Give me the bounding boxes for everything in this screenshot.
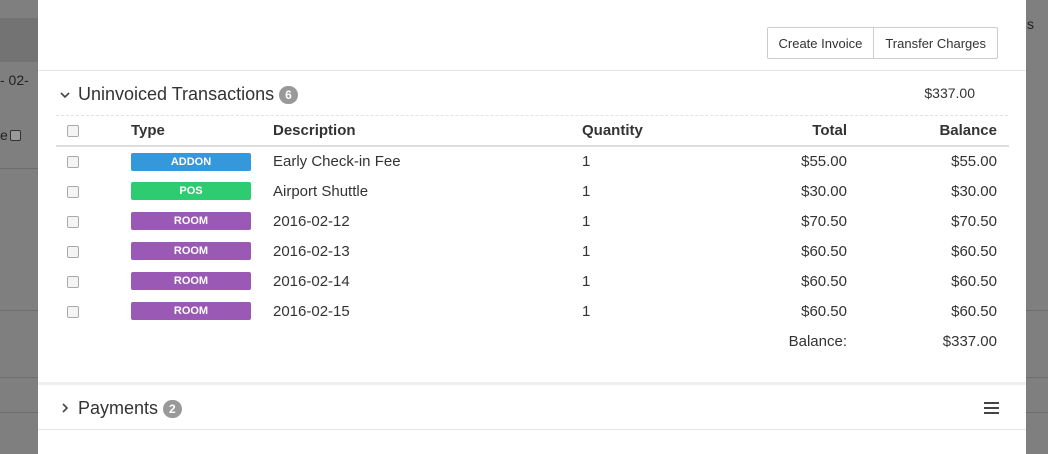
balance-cell: $55.00: [951, 153, 997, 170]
type-badge: ROOM: [131, 272, 251, 291]
table-row: ADDON Early Check-in Fee 1 $55.00 $55.00: [56, 146, 1009, 176]
divider: [38, 429, 1026, 430]
row-checkbox[interactable]: [67, 185, 79, 198]
total-cell: $70.50: [801, 212, 847, 230]
background-right-strip: s: [1026, 0, 1048, 454]
balance-label: Balance:: [788, 332, 847, 350]
quantity-cell: 1: [582, 272, 591, 290]
background-header-band: [0, 18, 38, 62]
section-title: Uninvoiced Transactions: [78, 84, 275, 104]
row-select-cell: [56, 176, 131, 206]
column-header-type[interactable]: Type: [131, 116, 273, 147]
hamburger-menu-icon[interactable]: [984, 402, 999, 414]
count-badge: 6: [279, 85, 298, 104]
uninvoiced-section-header[interactable]: Uninvoiced Transactions 6: [58, 84, 298, 105]
quantity-cell: 1: [582, 302, 591, 320]
row-checkbox[interactable]: [67, 215, 79, 228]
total-cell: $60.50: [801, 242, 847, 260]
chevron-right-icon[interactable]: [58, 402, 72, 416]
row-select-cell: [56, 146, 131, 176]
select-all-checkbox[interactable]: [67, 125, 79, 138]
section-title: Payments: [78, 398, 159, 418]
quantity-cell: 1: [582, 212, 591, 230]
select-all-cell: [56, 116, 131, 147]
type-badge: ADDON: [131, 152, 251, 171]
column-header-balance[interactable]: Balance: [847, 116, 1009, 147]
type-badge: ROOM: [131, 302, 251, 321]
table-header-row: Type Description Quantity Total Balance: [56, 116, 1009, 147]
table-row: ROOM 2016-02-12 1 $70.50 $70.50: [56, 206, 1009, 236]
description-cell: 2016-02-12: [273, 212, 350, 230]
chevron-down-icon[interactable]: [58, 88, 72, 102]
description-cell: 2016-02-13: [273, 242, 350, 260]
table-row: ROOM 2016-02-15 1 $60.50 $60.50: [56, 296, 1009, 326]
divider: [38, 70, 1026, 71]
background-text: s: [1027, 16, 1034, 32]
total-cell: $60.50: [801, 272, 847, 290]
table-row: ROOM 2016-02-14 1 $60.50 $60.50: [56, 266, 1009, 296]
row-select-cell: [56, 236, 131, 266]
background-text: - 02-: [0, 72, 29, 88]
background-checkbox: [9, 130, 21, 141]
row-checkbox[interactable]: [67, 156, 79, 169]
row-checkbox[interactable]: [67, 305, 79, 318]
description-cell: 2016-02-14: [273, 272, 350, 290]
column-header-description[interactable]: Description: [273, 116, 582, 147]
quantity-cell: 1: [582, 182, 591, 200]
action-toolbar: Create Invoice Transfer Charges: [766, 27, 998, 59]
background-divider: [0, 377, 38, 378]
table-row: ROOM 2016-02-13 1 $60.50 $60.50: [56, 236, 1009, 266]
create-invoice-button[interactable]: Create Invoice: [766, 27, 875, 59]
total-cell: $60.50: [801, 302, 847, 320]
balance-total: $337.00: [942, 332, 997, 350]
background-divider: [1026, 377, 1048, 378]
type-cell: ADDON: [131, 146, 273, 176]
total-cell: $55.00: [801, 153, 847, 170]
type-badge: ROOM: [131, 212, 251, 231]
row-select-cell: [56, 296, 131, 326]
balance-cell: $60.50: [951, 302, 997, 320]
background-divider: [0, 310, 38, 311]
transactions-table: Type Description Quantity Total Balance …: [56, 116, 1009, 356]
payments-section-header[interactable]: Payments 2: [58, 398, 182, 419]
quantity-cell: 1: [582, 153, 591, 170]
type-cell: ROOM: [131, 266, 273, 296]
section-total: $337.00: [924, 85, 975, 101]
transfer-charges-button[interactable]: Transfer Charges: [874, 27, 998, 59]
row-checkbox[interactable]: [67, 275, 79, 288]
type-cell: POS: [131, 176, 273, 206]
type-badge: ROOM: [131, 242, 251, 261]
balance-cell: $70.50: [951, 212, 997, 230]
column-header-total[interactable]: Total: [732, 116, 847, 147]
background-divider: [0, 412, 38, 413]
type-badge: POS: [131, 182, 251, 201]
count-badge: 2: [163, 399, 182, 418]
row-select-cell: [56, 266, 131, 296]
type-cell: ROOM: [131, 206, 273, 236]
column-header-quantity[interactable]: Quantity: [582, 116, 732, 147]
table-row: POS Airport Shuttle 1 $30.00 $30.00: [56, 176, 1009, 206]
balance-cell: $30.00: [951, 182, 997, 200]
balance-cell: $60.50: [951, 272, 997, 290]
background-text: e: [0, 127, 21, 143]
row-select-cell: [56, 206, 131, 236]
section-divider: [38, 382, 1026, 385]
description-cell: 2016-02-15: [273, 302, 350, 320]
type-cell: ROOM: [131, 296, 273, 326]
background-divider: [1026, 412, 1048, 413]
balance-summary-row: Balance: $337.00: [56, 326, 1009, 356]
folio-modal: Create Invoice Transfer Charges Uninvoic…: [38, 0, 1026, 454]
type-cell: ROOM: [131, 236, 273, 266]
background-divider: [1026, 310, 1048, 311]
background-left-strip: - 02- e: [0, 0, 38, 454]
description-cell: Airport Shuttle: [273, 182, 369, 200]
description-cell: Early Check-in Fee: [273, 153, 401, 170]
total-cell: $30.00: [801, 182, 847, 200]
quantity-cell: 1: [582, 242, 591, 260]
balance-cell: $60.50: [951, 242, 997, 260]
background-divider: [0, 168, 38, 169]
row-checkbox[interactable]: [67, 245, 79, 258]
